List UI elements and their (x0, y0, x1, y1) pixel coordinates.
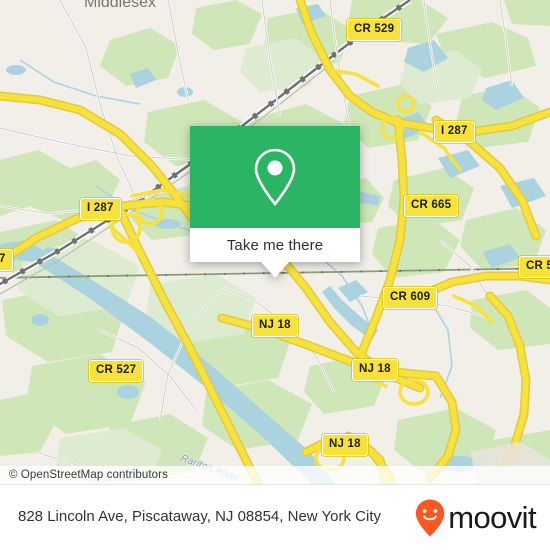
screenshot-root: Middlesex Raritan River CR 529 I 287 I 2… (0, 0, 550, 550)
take-me-there-callout[interactable]: Take me there (190, 126, 360, 278)
shield-i-287-left[interactable]: I 287 (80, 198, 121, 220)
shield-nj-18-mid[interactable]: NJ 18 (352, 359, 398, 381)
moovit-wordmark: moovit (448, 500, 536, 535)
map-canvas[interactable]: Middlesex Raritan River CR 529 I 287 I 2… (0, 0, 550, 484)
shield-i-287-right[interactable]: I 287 (434, 121, 475, 143)
moovit-logo[interactable]: moovit (415, 499, 537, 537)
shield-cr-609[interactable]: CR 609 (383, 287, 438, 309)
callout-pointer (261, 262, 289, 278)
map-attribution-bar: © OpenStreetMap contributors (0, 466, 550, 484)
shield-i-287-edge[interactable]: 7 (0, 249, 13, 271)
shield-nj-18-lower[interactable]: NJ 18 (322, 434, 368, 456)
shield-cr-665[interactable]: CR 665 (404, 195, 459, 217)
take-me-there-button[interactable]: Take me there (190, 228, 360, 262)
openstreetmap-attribution[interactable]: © OpenStreetMap contributors (9, 469, 168, 481)
location-pin-icon (254, 148, 296, 207)
place-label-middlesex: Middlesex (84, 0, 157, 11)
shield-cr-527[interactable]: CR 527 (89, 360, 144, 382)
shield-cr-527-edge[interactable]: CR 52 (519, 256, 550, 278)
shield-nj-18-upper[interactable]: NJ 18 (252, 315, 298, 337)
address-text: 828 Lincoln Ave, Piscataway, NJ 08854, N… (18, 508, 381, 526)
footer-bar: 828 Lincoln Ave, Piscataway, NJ 08854, N… (0, 484, 550, 550)
moovit-smiley-pin-icon (416, 499, 445, 536)
callout-image-panel (190, 126, 360, 228)
shield-cr-529[interactable]: CR 529 (347, 19, 402, 41)
